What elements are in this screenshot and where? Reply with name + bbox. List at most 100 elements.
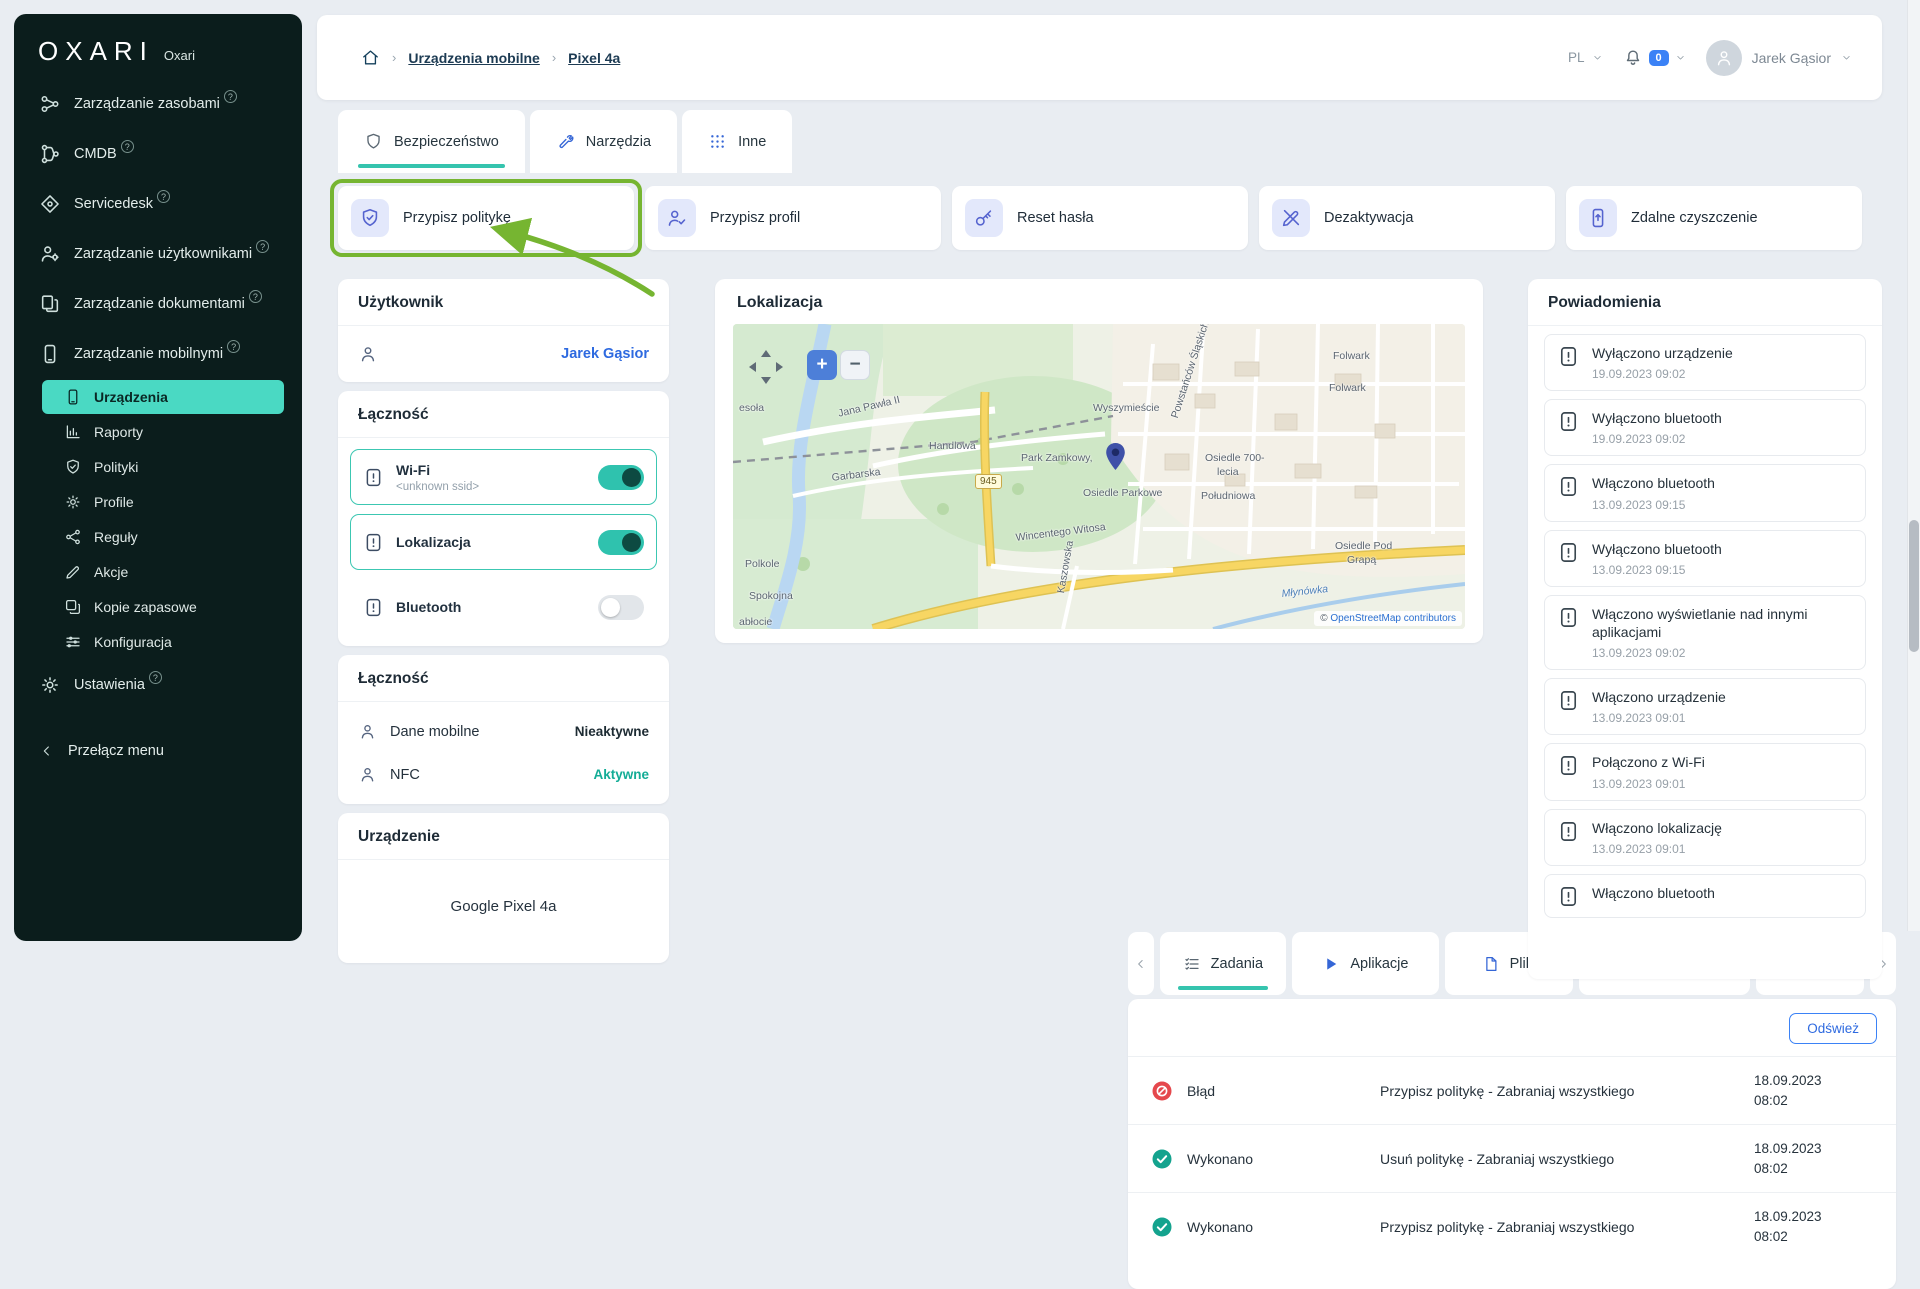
sidebar: OXARI Oxari Zarządzanie zasobami ? CMDB … bbox=[14, 14, 302, 941]
connectivity-status-card: Łączność Dane mobilne Nieaktywne NFC Akt… bbox=[338, 655, 669, 804]
notifications-bell[interactable]: 0 bbox=[1623, 48, 1686, 68]
connectivity-card: Łączność Wi-Fi <unknown ssid> Lokalizacj… bbox=[338, 391, 669, 646]
help-icon: ? bbox=[156, 190, 170, 203]
location-card: Lokalizacja esoła Jana Pawła II Handlowa… bbox=[715, 279, 1483, 643]
help-icon: ? bbox=[148, 671, 162, 684]
top-bar: › Urządzenia mobilne › Pixel 4a PL 0 Jar… bbox=[317, 15, 1882, 100]
connectivity-row-wifi: Wi-Fi <unknown ssid> bbox=[350, 449, 657, 505]
profile-check-icon bbox=[666, 207, 688, 229]
notification-item: Włączono bluetooth 13.09.2023 09:15 bbox=[1544, 464, 1866, 522]
actions-row: Przypisz politykę Przypisz profil Reset … bbox=[338, 186, 1862, 250]
notification-item: Wyłączono urządzenie 19.09.2023 09:02 bbox=[1544, 334, 1866, 392]
refresh-button[interactable]: Odśwież bbox=[1789, 1013, 1877, 1044]
device-alert-icon bbox=[1557, 410, 1580, 433]
submenu-item-polityki[interactable]: Polityki bbox=[42, 450, 284, 484]
action-reset-hasla[interactable]: Reset hasła bbox=[952, 186, 1248, 250]
wifi-toggle[interactable] bbox=[598, 464, 644, 490]
chevron-down-icon bbox=[1592, 52, 1603, 63]
sidebar-item-zarzadzanie-zasobami[interactable]: Zarządzanie zasobami ? bbox=[14, 79, 302, 129]
status-row-nfc: NFC Aktywne bbox=[338, 753, 669, 796]
submenu-item-reguly[interactable]: Reguły bbox=[42, 520, 284, 554]
tab-narzedzia[interactable]: Narzędzia bbox=[529, 110, 678, 173]
map-pan-control[interactable] bbox=[743, 344, 789, 390]
logo-product: Oxari bbox=[163, 48, 195, 63]
sidebar-item-zarzadzanie-mobilnymi[interactable]: Zarządzanie mobilnymi ? bbox=[14, 329, 302, 379]
device-alert-icon bbox=[1557, 475, 1580, 498]
submenu-item-profile[interactable]: Profile bbox=[42, 485, 284, 519]
sidebar-item-cmdb[interactable]: CMDB ? bbox=[14, 129, 302, 179]
apps-icon bbox=[1322, 955, 1340, 973]
breadcrumb-separator: › bbox=[392, 50, 397, 65]
notification-count-badge: 0 bbox=[1648, 49, 1669, 66]
tabs-scroll-left[interactable] bbox=[1128, 932, 1154, 995]
notification-item: Połączono z Wi-Fi 13.09.2023 09:01 bbox=[1544, 743, 1866, 801]
notification-item: Wyłączono bluetooth 19.09.2023 09:02 bbox=[1544, 399, 1866, 457]
cmdb-icon bbox=[39, 143, 61, 165]
map-attribution: © OpenStreetMap contributors bbox=[1314, 611, 1462, 626]
chevron-left-icon bbox=[39, 743, 55, 759]
pencil-off-icon bbox=[1280, 207, 1302, 229]
users-icon bbox=[39, 243, 61, 265]
backup-icon bbox=[64, 598, 82, 616]
sidebar-item-ustawienia[interactable]: Ustawienia ? bbox=[14, 660, 302, 710]
action-dezaktywacja[interactable]: Dezaktywacja bbox=[1259, 186, 1555, 250]
page-scrollbar bbox=[1907, 0, 1920, 931]
notifications-card: Powiadomienia Wyłączono urządzenie 19.09.… bbox=[1528, 279, 1882, 979]
home-icon[interactable] bbox=[361, 48, 380, 67]
sidebar-item-servicedesk[interactable]: Servicedesk ? bbox=[14, 179, 302, 229]
sidebar-collapse-toggle[interactable]: Przełącz menu bbox=[14, 726, 302, 776]
map-pin-icon bbox=[1102, 441, 1129, 472]
user-menu[interactable]: Jarek Gąsior bbox=[1705, 39, 1852, 76]
task-row: Błąd Przypisz politykę - Zabraniaj wszys… bbox=[1128, 1056, 1896, 1124]
breadcrumb-separator: › bbox=[551, 50, 557, 65]
submenu-item-konfiguracja[interactable]: Konfiguracja bbox=[42, 625, 284, 659]
sidebar-submenu: Urządzenia Raporty Polityki Profile Regu… bbox=[14, 380, 302, 659]
middle-column: Lokalizacja esoła Jana Pawła II Handlowa… bbox=[715, 279, 1896, 1289]
status-row-dane-mobilne: Dane mobilne Nieaktywne bbox=[338, 710, 669, 753]
connectivity-card-title: Łączność bbox=[338, 391, 669, 438]
zoom-out-button[interactable]: − bbox=[840, 350, 870, 380]
device-name: Google Pixel 4a bbox=[450, 898, 557, 915]
action-przypisz-profil[interactable]: Przypisz profil bbox=[645, 186, 941, 250]
breadcrumb-link-urzadzenia-mobilne[interactable]: Urządzenia mobilne bbox=[408, 50, 539, 66]
notification-item: Włączono bluetooth bbox=[1544, 873, 1866, 918]
device-alert-icon bbox=[1557, 345, 1580, 368]
bluetooth-toggle[interactable] bbox=[598, 594, 644, 620]
tab-zadania[interactable]: Zadania bbox=[1160, 932, 1286, 995]
chevron-left-icon bbox=[1134, 957, 1148, 971]
action-przypisz-polityke[interactable]: Przypisz politykę bbox=[338, 186, 634, 250]
tab-aplikacje[interactable]: Aplikacje bbox=[1291, 932, 1440, 995]
location-toggle[interactable] bbox=[598, 529, 644, 555]
left-column: Użytkownik Jarek Gąsior Łączność Wi-Fi <… bbox=[338, 279, 669, 963]
mobile-data-icon bbox=[358, 722, 377, 741]
documents-icon bbox=[39, 293, 61, 315]
tab-inne[interactable]: Inne bbox=[682, 110, 793, 173]
tasks-icon bbox=[1183, 955, 1201, 973]
submenu-item-kopie-zapasowe[interactable]: Kopie zapasowe bbox=[42, 590, 284, 624]
device-icon bbox=[64, 388, 82, 406]
submenu-item-raporty[interactable]: Raporty bbox=[42, 415, 284, 449]
action-zdalne-czyszczenie[interactable]: Zdalne czyszczenie bbox=[1566, 186, 1862, 250]
breadcrumb-link-pixel-4a[interactable]: Pixel 4a bbox=[568, 50, 620, 66]
submenu-item-urzadzenia[interactable]: Urządzenia bbox=[42, 380, 284, 414]
brand-logo: OXARI Oxari bbox=[14, 14, 302, 79]
reports-icon bbox=[64, 423, 82, 441]
language-selector[interactable]: PL bbox=[1568, 50, 1603, 65]
task-row: Wykonano Usuń politykę - Zabraniaj wszys… bbox=[1128, 1124, 1896, 1192]
osm-attribution-link[interactable]: OpenStreetMap contributors bbox=[1330, 613, 1456, 624]
key-icon bbox=[973, 207, 995, 229]
zoom-in-button[interactable]: + bbox=[807, 350, 837, 380]
task-date: 18.09.2023 08:02 bbox=[1754, 1209, 1822, 1244]
rules-icon bbox=[64, 528, 82, 546]
user-link[interactable]: Jarek Gąsior bbox=[561, 346, 649, 362]
sidebar-item-zarzadzanie-dokumentami[interactable]: Zarządzanie dokumentami ? bbox=[14, 279, 302, 329]
policy-check-icon bbox=[359, 207, 381, 229]
scrollbar-thumb[interactable] bbox=[1909, 520, 1919, 652]
map[interactable]: esoła Jana Pawła II Handlowa Garbarska P… bbox=[733, 324, 1465, 629]
tasks-card: Odśwież Błąd Przypisz politykę - Zabrani… bbox=[1128, 999, 1896, 1289]
notifications-title: Powiadomienia bbox=[1528, 279, 1882, 326]
sidebar-item-zarzadzanie-uzytkownikami[interactable]: Zarządzanie użytkownikami ? bbox=[14, 229, 302, 279]
tab-bezpieczenstwo[interactable]: Bezpieczeństwo bbox=[338, 110, 525, 173]
submenu-item-akcje[interactable]: Akcje bbox=[42, 555, 284, 589]
device-alert-icon bbox=[1557, 606, 1580, 629]
